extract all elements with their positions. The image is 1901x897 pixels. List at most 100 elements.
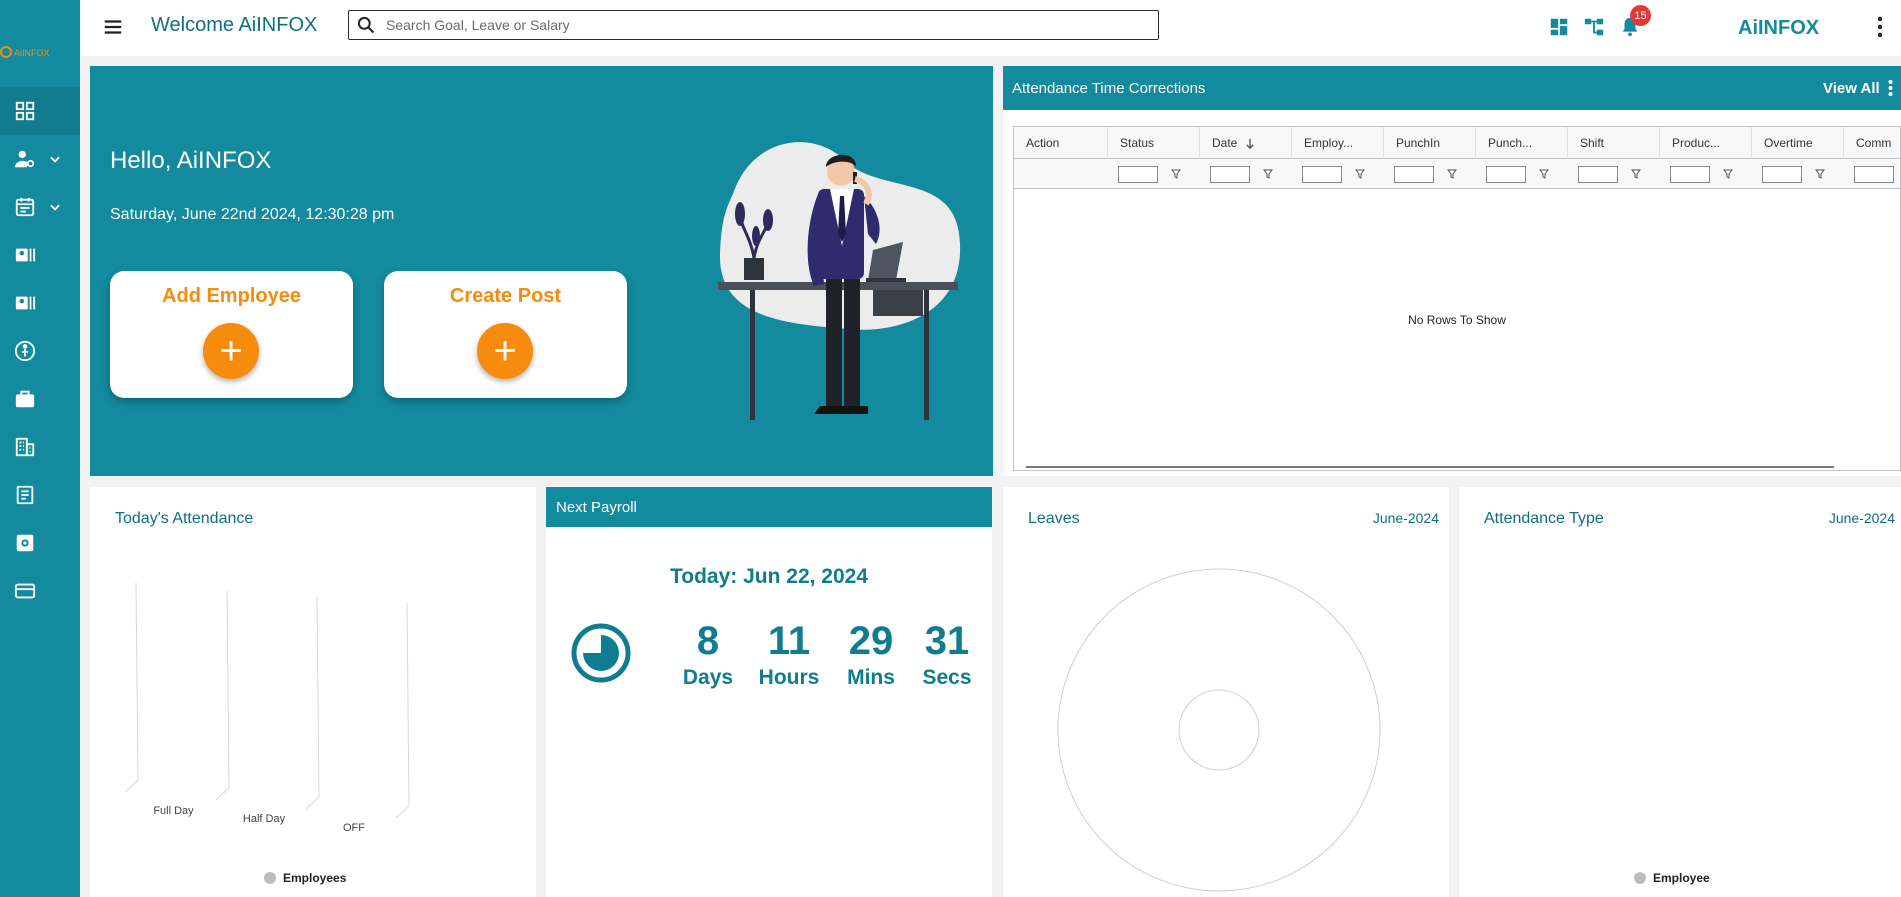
filter-input[interactable]: [1302, 165, 1342, 183]
sidebar-item-settings[interactable]: [0, 519, 80, 567]
column-header-overtime[interactable]: Overtime: [1752, 127, 1844, 159]
filter-icon[interactable]: [1815, 169, 1825, 179]
filter-production: [1660, 159, 1733, 189]
search-input[interactable]: [386, 17, 1146, 33]
countdown-days-value: 8: [696, 619, 720, 663]
x-tick-label: OFF: [343, 822, 365, 834]
add-employee-button[interactable]: +: [203, 323, 259, 379]
add-employee-label: Add Employee: [162, 285, 301, 307]
company-logo[interactable]: AiINFOX: [0, 38, 80, 66]
filter-input[interactable]: [1210, 165, 1250, 183]
column-header-action[interactable]: Action: [1014, 127, 1108, 159]
leaves-donut-chart: [1057, 568, 1381, 892]
more-options-icon[interactable]: [1877, 16, 1883, 38]
column-header-comments[interactable]: Comm: [1844, 127, 1900, 159]
column-header-status[interactable]: Status: [1108, 127, 1200, 159]
id-card-icon: [15, 296, 36, 310]
filter-input[interactable]: [1854, 165, 1894, 183]
more-options-icon[interactable]: [1888, 80, 1893, 96]
filter-icon[interactable]: [1171, 169, 1181, 179]
column-header-date[interactable]: Date: [1200, 127, 1292, 159]
sidebar-item-payments[interactable]: [0, 567, 80, 615]
todays-attendance-card: Today's Attendance Full Day Half Day OFF E…: [90, 487, 536, 897]
horizontal-scrollbar[interactable]: [1026, 466, 1834, 468]
settings-box-icon: [16, 534, 34, 552]
filter-input[interactable]: [1486, 165, 1526, 183]
countdown-days-unit: Days: [682, 666, 734, 689]
filter-overtime: [1752, 159, 1825, 189]
sidebar-item-id-card-2[interactable]: [0, 279, 80, 327]
attendance-type-month[interactable]: June-2024: [1829, 510, 1895, 526]
svg-text:AiINFOX: AiINFOX: [14, 48, 50, 58]
attendance-type-card: Attendance Type June-2024 Employee: [1459, 487, 1901, 897]
x-tick-label: Full Day: [153, 805, 194, 817]
chart-legend[interactable]: Employees: [264, 871, 346, 885]
welcome-panel: Hello, AiINFOX Saturday, June 22nd 2024,…: [90, 66, 993, 476]
dashboard-layout-icon[interactable]: [1548, 16, 1570, 38]
filter-icon[interactable]: [1355, 169, 1365, 179]
countdown-mins-unit: Mins: [847, 666, 895, 689]
filter-input[interactable]: [1394, 165, 1434, 183]
sidebar-item-calendar[interactable]: [0, 183, 80, 231]
briefcase-icon: [15, 390, 35, 408]
attendance-corrections-panel: Attendance Time Corrections View All Act…: [1003, 66, 1901, 476]
filter-icon[interactable]: [1723, 169, 1733, 179]
chart-grid-line: [124, 582, 139, 793]
donut-outer-ring: [1057, 568, 1381, 892]
calendar-icon: [15, 197, 35, 217]
sidebar-item-dashboard[interactable]: [0, 87, 80, 135]
filter-icon[interactable]: [1447, 169, 1457, 179]
filter-icon[interactable]: [1263, 169, 1273, 179]
current-datetime: Saturday, June 22nd 2024, 12:30:28 pm: [110, 206, 395, 223]
filter-input[interactable]: [1578, 165, 1618, 183]
sidebar-item-employees[interactable]: [0, 135, 80, 183]
column-header-punchin[interactable]: PunchIn: [1384, 127, 1476, 159]
sidebar-item-id-card-1[interactable]: [0, 231, 80, 279]
column-header-punchout[interactable]: Punch...: [1476, 127, 1568, 159]
filter-date: [1200, 159, 1273, 189]
column-header-employee[interactable]: Employ...: [1292, 127, 1384, 159]
payroll-today-date: Today: Jun 22, 2024: [669, 565, 869, 588]
brand-name[interactable]: AiINFOX: [1738, 17, 1819, 40]
countdown-secs: 31 Secs: [907, 619, 987, 690]
filter-input[interactable]: [1118, 165, 1158, 183]
sidebar-item-jobs[interactable]: [0, 375, 80, 423]
sidebar-item-person[interactable]: [0, 327, 80, 375]
sidebar-item-documents[interactable]: [0, 471, 80, 519]
countdown-hours-unit: Hours: [758, 666, 820, 689]
corrections-title: Attendance Time Corrections: [1012, 80, 1206, 97]
legend-swatch: [1634, 872, 1646, 884]
countdown-hours: 11 Hours: [749, 619, 829, 690]
create-post-button[interactable]: +: [477, 323, 533, 379]
search-bar[interactable]: [348, 10, 1159, 40]
filter-icon[interactable]: [1631, 169, 1641, 179]
legend-label: Employees: [283, 871, 347, 885]
sort-desc-icon: [1246, 138, 1255, 149]
sidebar-item-company[interactable]: [0, 423, 80, 471]
search-icon: [357, 16, 375, 34]
countdown-secs-unit: Secs: [922, 666, 972, 689]
menu-icon[interactable]: [102, 16, 124, 38]
org-chart-icon[interactable]: [1583, 16, 1605, 38]
chart-legend[interactable]: Employee: [1634, 871, 1710, 885]
x-tick-label: Half Day: [243, 813, 286, 825]
sidebar: AiINFOX: [0, 0, 80, 897]
column-header-shift[interactable]: Shift: [1568, 127, 1660, 159]
card-icon: [14, 583, 36, 599]
donut-inner-ring: [1178, 689, 1260, 771]
add-employee-card[interactable]: Add Employee +: [110, 271, 353, 398]
countdown-mins: 29 Mins: [831, 619, 911, 690]
legend-swatch: [264, 872, 276, 884]
filter-input[interactable]: [1670, 165, 1710, 183]
countdown-days: 8 Days: [668, 619, 748, 690]
chart-grid-line: [305, 596, 320, 810]
filter-icon[interactable]: [1539, 169, 1549, 179]
chart-grid-line: [215, 590, 230, 801]
column-header-production[interactable]: Produc...: [1660, 127, 1752, 159]
view-all-link[interactable]: View All: [1823, 80, 1880, 97]
id-card-icon: [15, 248, 36, 262]
filter-input[interactable]: [1762, 165, 1802, 183]
greeting: Hello, AiINFOX: [110, 147, 272, 174]
countdown-hours-value: 11: [767, 619, 811, 663]
create-post-card[interactable]: Create Post +: [384, 271, 627, 398]
